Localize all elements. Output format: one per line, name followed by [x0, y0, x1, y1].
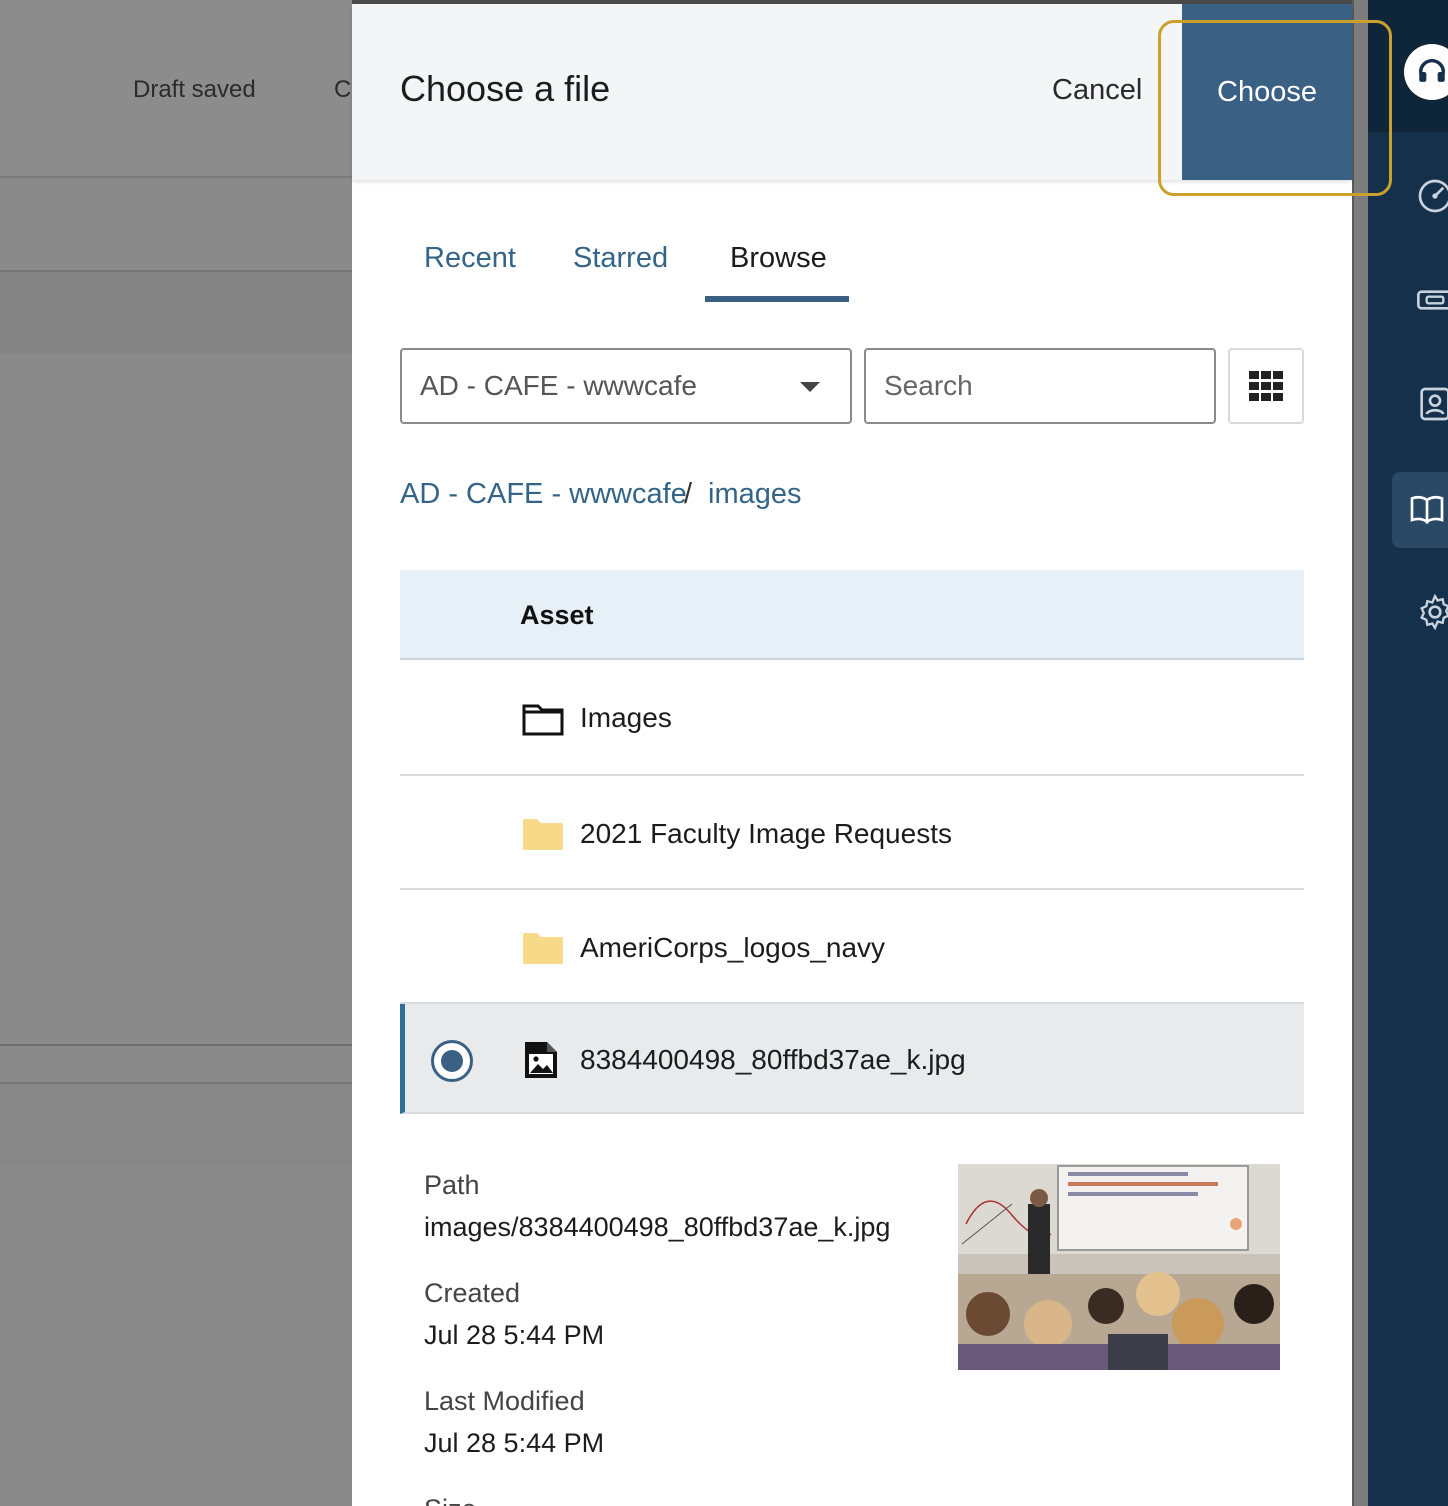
choose-button[interactable]: Choose — [1182, 4, 1352, 180]
folder-outline-icon — [522, 704, 564, 736]
list-item[interactable]: Images — [400, 660, 1304, 776]
file-chooser-modal: Choose a file Cancel Choose Recent Starr… — [352, 0, 1352, 1506]
modified-label: Last Modified — [424, 1386, 585, 1416]
tab-starred[interactable]: Starred — [573, 242, 668, 275]
list-item[interactable]: 2021 Faculty Image Requests — [400, 776, 1304, 890]
modal-header: Choose a file Cancel Choose — [352, 4, 1352, 180]
site-select-value: AD - CAFE - wwwcafe — [420, 370, 697, 401]
list-item-selected[interactable]: 8384400498_80ffbd37ae_k.jpg — [400, 1004, 1304, 1114]
background-button-partial: C — [334, 76, 352, 103]
rail-gap — [1352, 0, 1368, 1506]
dashboard-icon[interactable] — [1405, 166, 1448, 226]
active-tab-indicator — [705, 296, 849, 302]
folder-icon — [523, 933, 563, 964]
path-value: images/8384400498_80ffbd37ae_k.jpg — [424, 1212, 891, 1242]
site-select[interactable]: AD - CAFE - wwwcafe — [400, 348, 852, 424]
background-band — [0, 272, 352, 354]
gear-icon[interactable] — [1405, 582, 1448, 642]
created-label: Created — [424, 1278, 521, 1308]
breadcrumb-separator: / — [684, 478, 693, 510]
image-file-icon — [525, 1042, 557, 1078]
background-header: Draft saved C — [0, 0, 352, 178]
modified-value: Jul 28 5:44 PM — [424, 1428, 605, 1458]
selection-radio[interactable] — [431, 1040, 473, 1082]
contact-icon[interactable] — [1405, 374, 1448, 434]
asset-table-header: Asset — [400, 570, 1304, 660]
asset-column-header: Asset — [520, 600, 594, 630]
grid-view-icon — [1249, 371, 1283, 401]
breadcrumb-site[interactable]: AD - CAFE - wwwcafe — [400, 478, 687, 511]
book-icon[interactable] — [1392, 472, 1448, 548]
list-item-label: AmeriCorps_logos_navy — [580, 932, 886, 963]
list-item-label: 2021 Faculty Image Requests — [580, 818, 952, 849]
breadcrumb-images[interactable]: images — [708, 478, 802, 511]
cancel-button[interactable]: Cancel — [1052, 74, 1142, 107]
tab-recent[interactable]: Recent — [424, 242, 516, 275]
list-item-label: 8384400498_80ffbd37ae_k.jpg — [580, 1044, 966, 1075]
background-divider — [0, 1044, 352, 1046]
created-value: Jul 28 5:44 PM — [424, 1320, 605, 1350]
draft-status: Draft saved — [133, 76, 256, 103]
image-preview-thumbnail — [958, 1164, 1280, 1370]
grid-view-button[interactable] — [1228, 348, 1304, 424]
list-item[interactable]: AmeriCorps_logos_navy — [400, 890, 1304, 1004]
tab-browse[interactable]: Browse — [730, 242, 827, 275]
folder-icon — [523, 819, 563, 850]
list-item-label: Images — [580, 702, 672, 733]
modal-title: Choose a file — [400, 68, 611, 109]
background-band — [0, 1084, 352, 1166]
chevron-down-icon — [800, 382, 820, 392]
search-input[interactable] — [864, 348, 1216, 424]
path-label: Path — [424, 1170, 480, 1200]
ticket-icon[interactable] — [1405, 270, 1448, 330]
size-label: Size — [424, 1494, 477, 1506]
